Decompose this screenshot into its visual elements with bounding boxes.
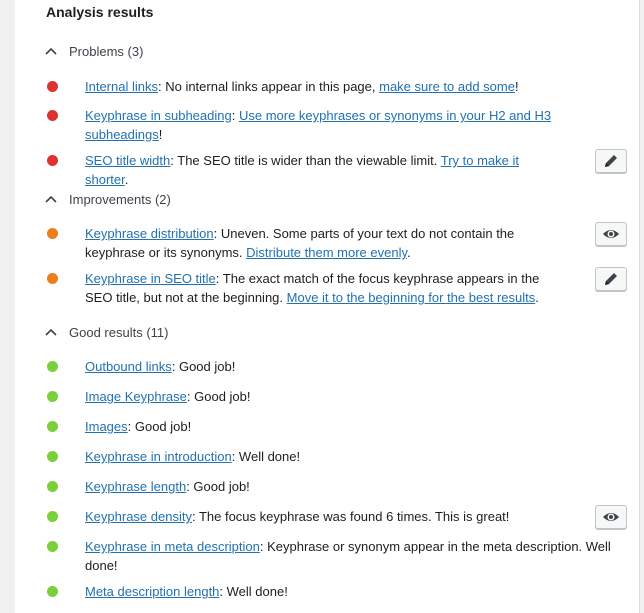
chevron-up-icon [45, 47, 57, 55]
item-text: : Well done! [231, 449, 301, 464]
item-text: : The focus keyphrase was found 6 times.… [191, 509, 510, 524]
good-bullet-icon [47, 421, 58, 432]
item-text: : Good job! [127, 419, 192, 434]
section-label: Good results (11) [69, 324, 169, 340]
item-tail: . [124, 172, 129, 187]
item-link[interactable]: Keyphrase length [85, 479, 186, 494]
chevron-up-icon [45, 195, 57, 203]
good-bullet-icon [47, 451, 58, 462]
problem-bullet-icon [47, 110, 58, 121]
item-link[interactable]: Keyphrase density [85, 509, 192, 524]
item-text: : Good job! [186, 479, 250, 494]
panel-title: Analysis results [46, 4, 154, 20]
good-bullet-icon [47, 361, 58, 372]
item-link[interactable]: Meta description length [85, 584, 219, 599]
item-link[interactable]: Keyphrase in subheading [85, 108, 232, 123]
item-link[interactable]: SEO title width [85, 153, 170, 168]
improvement-bullet-icon [47, 273, 58, 284]
left-sidebar-edge [0, 0, 16, 613]
item-text: : No internal links appear in this page, [157, 79, 380, 94]
highlight-distribution-button[interactable] [595, 222, 627, 246]
section-label: Problems (3) [69, 43, 144, 59]
item-link[interactable]: Outbound links [85, 359, 172, 374]
item-action-link[interactable]: Distribute them more evenly [246, 245, 407, 260]
improvements-toggle[interactable]: Improvements (2) [44, 189, 171, 209]
item-link[interactable]: Keyphrase in SEO title [85, 271, 216, 286]
pencil-icon [605, 273, 617, 285]
item-link[interactable]: Images [85, 419, 128, 434]
good-bullet-icon [47, 541, 58, 552]
problems-toggle[interactable]: Problems (3) [44, 41, 143, 61]
item-link[interactable]: Image Keyphrase [85, 389, 187, 404]
good-bullet-icon [47, 391, 58, 402]
item-link[interactable]: Keyphrase distribution [85, 226, 214, 241]
chevron-up-icon [45, 328, 57, 336]
item-text: : The SEO title is wider than the viewab… [170, 153, 441, 168]
edit-seo-title-button[interactable] [595, 149, 627, 173]
good-results-toggle[interactable]: Good results (11) [44, 322, 168, 342]
improvement-bullet-icon [47, 228, 58, 239]
item-text: : [231, 108, 239, 123]
good-bullet-icon [47, 511, 58, 522]
good-bullet-icon [47, 586, 58, 597]
item-tail: ! [514, 79, 519, 94]
item-tail: . [535, 290, 539, 305]
good-bullet-icon [47, 481, 58, 492]
analysis-panel: Analysis results Problems (3) Internal l… [15, 0, 640, 613]
item-tail: . [407, 245, 411, 260]
item-text: : Well done! [219, 584, 288, 599]
item-text: : Good job! [171, 359, 236, 374]
eye-icon [603, 230, 619, 238]
item-text: : Good job! [186, 389, 251, 404]
item-action-link[interactable]: make sure to add some [379, 79, 515, 94]
item-link[interactable]: Keyphrase in introduction [85, 449, 232, 464]
problem-bullet-icon [47, 155, 58, 166]
item-link[interactable]: Internal links [85, 79, 158, 94]
item-action-link[interactable]: Move it to the beginning for the best re… [287, 290, 536, 305]
item-tail: ! [158, 127, 163, 142]
problem-bullet-icon [47, 81, 58, 92]
section-label: Improvements (2) [69, 191, 171, 207]
item-link[interactable]: Keyphrase in meta description [85, 539, 260, 554]
highlight-density-button[interactable] [595, 505, 627, 529]
eye-icon [603, 513, 619, 521]
edit-seo-title-keyphrase-button[interactable] [595, 267, 627, 291]
pencil-icon [605, 155, 617, 167]
